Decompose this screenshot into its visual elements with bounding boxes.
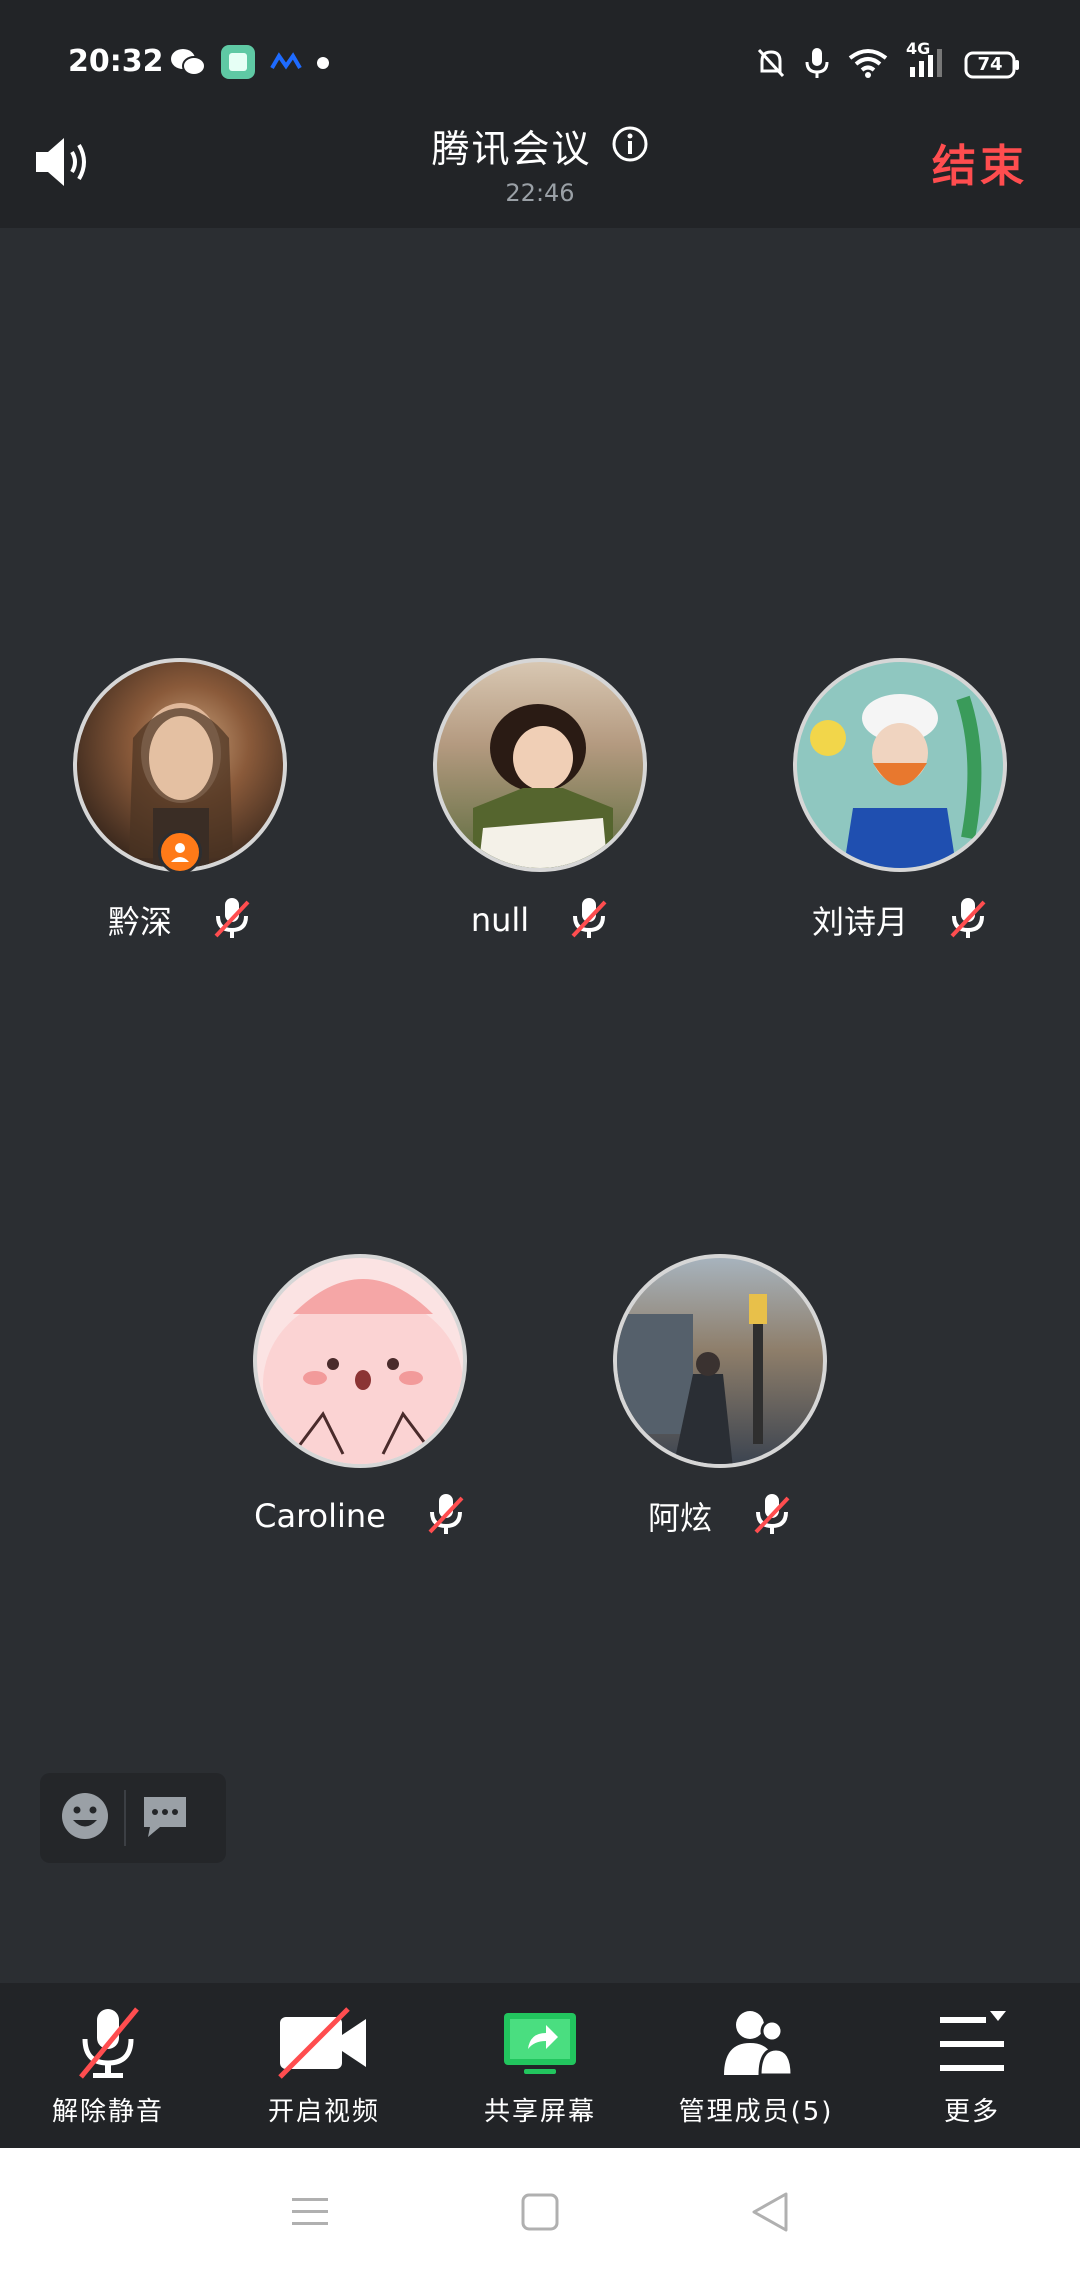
reaction-bar [40, 1773, 226, 1863]
system-icons: 4G 74 [756, 39, 1020, 84]
share-screen-button[interactable]: 共享屏幕 [432, 1983, 648, 2148]
dot-icon [316, 55, 330, 74]
video-off-icon [278, 2007, 366, 2079]
end-meeting-button[interactable]: 结束 [932, 130, 1028, 194]
mic-off-icon [79, 2007, 139, 2079]
more-label: 更多 [943, 2097, 1000, 2127]
participant-grid: 黔深 null 刘诗月 Caroline 阿炫 [0, 228, 1080, 1983]
manage-members-button[interactable]: 管理成员(5) [648, 1983, 864, 2148]
avatar [433, 658, 647, 872]
battery-icon: 74 [964, 50, 1020, 80]
participant-name-row: 阿炫 [590, 1492, 850, 1540]
chat-button[interactable] [140, 1793, 190, 1843]
participant-name: 刘诗月 [811, 903, 908, 941]
participant-tile[interactable]: 阿炫 [590, 1254, 850, 1540]
share-screen-icon [504, 2013, 576, 2074]
menu-lines-icon [292, 2198, 328, 2225]
menu-icon [940, 2011, 1006, 2071]
meta-icon [270, 52, 302, 76]
participant-name-row: 黔深 [50, 896, 310, 944]
start-video-label: 开启视频 [267, 2097, 380, 2127]
battery-level: 74 [977, 54, 1003, 75]
participant-tile[interactable]: 刘诗月 [770, 658, 1030, 944]
mic-muted-icon [212, 896, 252, 944]
recent-apps-button[interactable] [290, 2194, 330, 2234]
wechat-icon [170, 47, 206, 81]
notification-icons [170, 44, 330, 84]
chat-icon [144, 1797, 186, 1837]
participant-tile[interactable]: Caroline [230, 1254, 490, 1540]
participant-name-row: 刘诗月 [770, 896, 1030, 944]
meeting-toolbar: 解除静音 开启视频 共享屏幕 管理成员(5) 更多 [0, 1983, 1080, 2148]
mute-bell-icon [756, 47, 786, 83]
participant-name: 阿炫 [647, 1499, 712, 1537]
smiley-icon [62, 1793, 108, 1839]
participant-name: 黔深 [107, 903, 172, 941]
person-icon [171, 843, 189, 862]
emoji-button[interactable] [60, 1791, 110, 1845]
avatar [793, 658, 1007, 872]
status-time: 20:32 [68, 44, 164, 79]
network-type: 4G [906, 39, 931, 58]
members-icon [724, 2011, 794, 2077]
avatar [613, 1254, 827, 1468]
participant-name-row: Caroline [230, 1492, 490, 1540]
title-area: 腾讯会议 22:46 [0, 118, 1080, 207]
participant-name: Caroline [254, 1497, 386, 1535]
start-video-button[interactable]: 开启视频 [216, 1983, 432, 2148]
mic-icon [804, 46, 830, 84]
avatar [253, 1254, 467, 1468]
signal-icon: 4G [906, 39, 946, 83]
participant-name-row: null [410, 896, 670, 944]
back-triangle-icon [752, 2192, 788, 2232]
mic-muted-icon [752, 1492, 792, 1540]
meeting-title: 腾讯会议 [431, 127, 592, 171]
meeting-timer: 22:46 [505, 179, 575, 207]
participant-tile[interactable]: 黔深 [50, 658, 310, 944]
back-button[interactable] [750, 2190, 790, 2238]
participant-name: null [470, 901, 530, 939]
manage-members-label: 管理成员(5) [678, 2097, 834, 2127]
unmute-button[interactable]: 解除静音 [0, 1983, 216, 2148]
unmute-label: 解除静音 [51, 2097, 164, 2127]
host-badge [158, 830, 202, 874]
divider [124, 1790, 126, 1846]
share-screen-label: 共享屏幕 [483, 2097, 596, 2127]
app-icon [220, 44, 256, 84]
mic-muted-icon [426, 1492, 466, 1540]
mic-muted-icon [948, 896, 988, 944]
more-button[interactable]: 更多 [864, 1983, 1080, 2148]
home-button[interactable] [520, 2192, 560, 2236]
participant-tile[interactable]: null [410, 658, 670, 944]
square-icon [521, 2193, 559, 2231]
info-icon[interactable] [611, 125, 649, 167]
meeting-header: 腾讯会议 22:46 结束 [0, 100, 1080, 228]
mic-muted-icon [569, 896, 609, 944]
wifi-icon [848, 48, 888, 82]
system-nav-bar [0, 2148, 1080, 2280]
